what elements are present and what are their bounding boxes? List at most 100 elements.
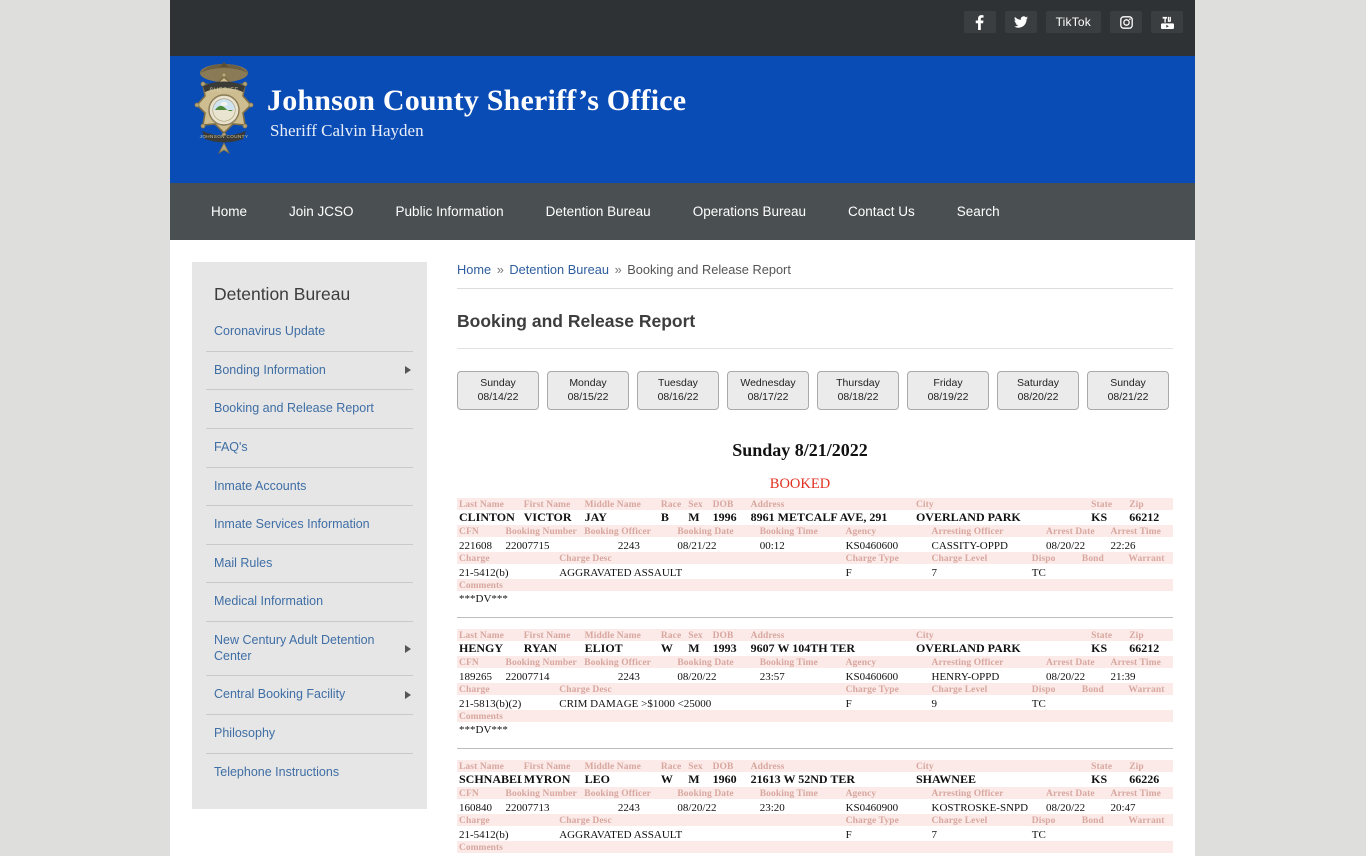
day-tab-day: Sunday bbox=[480, 377, 516, 389]
booking-detail-table: CFN Booking Number Booking Officer Booki… bbox=[457, 787, 1173, 814]
organization-title: Johnson County Sheriff’s Office bbox=[267, 84, 687, 117]
cell-address: 21613 W 52ND TER bbox=[750, 772, 856, 787]
sidebar-item-medical-information[interactable]: Medical Information bbox=[206, 582, 413, 621]
day-tab-date: 08/20/22 bbox=[1017, 391, 1059, 404]
booked-section-heading: BOOKED bbox=[769, 476, 831, 493]
sidebar-item-central-booking-facility[interactable]: Central Booking Facility bbox=[206, 675, 413, 714]
day-tab-monday-0815[interactable]: Monday 08/15/22 bbox=[547, 371, 629, 411]
comments-row: ***DV*** bbox=[457, 591, 1173, 605]
sidebar-menu: Coronavirus Update Bonding Information B… bbox=[192, 321, 427, 791]
nav-item-join-jcso[interactable]: Join JCSO bbox=[268, 204, 375, 219]
day-tab-date: 08/21/22 bbox=[1107, 391, 1149, 404]
table-header-row: CFN Booking Number Booking Officer Booki… bbox=[457, 787, 1173, 800]
day-tab-date: 08/14/22 bbox=[477, 391, 519, 404]
day-tab-day: Thursday bbox=[836, 377, 880, 389]
content-area: Detention Bureau Coronavirus Update Bond… bbox=[170, 240, 1195, 856]
report-date-heading: Sunday 8/21/2022 bbox=[732, 440, 868, 461]
instagram-icon[interactable] bbox=[1110, 11, 1142, 33]
day-tab-tuesday-0816[interactable]: Tuesday 08/16/22 bbox=[637, 371, 719, 411]
sidebar-item-new-century-adult-detention-center[interactable]: New Century Adult Detention Center bbox=[206, 621, 413, 675]
sheriff-name: Sheriff Calvin Hayden bbox=[270, 121, 424, 140]
day-tab-wednesday-0817[interactable]: Wednesday 08/17/22 bbox=[727, 371, 809, 411]
col-race: Race bbox=[658, 760, 687, 773]
col-first-name: First Name bbox=[521, 498, 583, 511]
sidebar-item-label: Philosophy bbox=[214, 725, 276, 740]
sidebar-item-inmate-accounts[interactable]: Inmate Accounts bbox=[206, 466, 413, 506]
col-charge-type: Charge Type bbox=[843, 683, 930, 696]
cell-middle-name: JAY bbox=[584, 510, 607, 525]
nav-item-public-information[interactable]: Public Information bbox=[375, 204, 525, 219]
col-warrant: Warrant bbox=[1126, 552, 1173, 565]
nav-item-detention-bureau[interactable]: Detention Bureau bbox=[525, 204, 672, 219]
cell-charge-type: F bbox=[845, 698, 852, 711]
col-bond: Bond bbox=[1079, 552, 1127, 565]
day-tab-friday-0819[interactable]: Friday 08/19/22 bbox=[907, 371, 989, 411]
nav-item-search[interactable]: Search bbox=[936, 204, 1021, 219]
cell-warrant bbox=[1126, 695, 1173, 710]
cell-charge-level: 7 bbox=[931, 829, 938, 842]
day-tab-day: Monday bbox=[569, 377, 607, 389]
nav-item-operations-bureau[interactable]: Operations Bureau bbox=[672, 204, 827, 219]
cell-charge: 21-5412(b) bbox=[459, 567, 509, 580]
day-tab-sunday-0814[interactable]: Sunday 08/14/22 bbox=[457, 371, 539, 411]
sidebar-item-label: Medical Information bbox=[214, 594, 324, 609]
main-column: Home » Detention Bureau » Booking and Re… bbox=[427, 262, 1195, 856]
col-charge-desc: Charge Desc bbox=[557, 552, 844, 565]
cell-cfn: 160840 bbox=[459, 802, 492, 815]
sidebar-item-inmate-services-information[interactable]: Inmate Services Information bbox=[206, 505, 413, 544]
charge-table: Charge Charge Desc Charge Type Charge Le… bbox=[457, 683, 1173, 736]
sidebar-item-mail-rules[interactable]: Mail Rules bbox=[206, 543, 413, 583]
day-tab-saturday-0820[interactable]: Saturday 08/20/22 bbox=[997, 371, 1079, 411]
sidebar-item-booking-and-release-report[interactable]: Booking and Release Report bbox=[206, 389, 413, 428]
cell-booking-number: 22007715 bbox=[505, 540, 550, 553]
col-booking-number: Booking Number bbox=[503, 525, 583, 538]
sidebar-item-bonding-information[interactable]: Bonding Information bbox=[206, 350, 413, 390]
sidebar-item-philosophy[interactable]: Philosophy bbox=[206, 713, 413, 753]
col-last-name: Last Name bbox=[457, 760, 522, 773]
sidebar-item-label: Mail Rules bbox=[214, 555, 273, 570]
cell-arresting-officer: HENRY-OPPD bbox=[931, 671, 1000, 684]
booking-record-table: Last Name First Name Middle Name Race Se… bbox=[457, 629, 1173, 656]
site-banner: SHERIFF JOHNSON COUNTY Johnson County Sh… bbox=[170, 56, 1195, 183]
breadcrumb-current: Booking and Release Report bbox=[627, 262, 791, 277]
cell-dispo: TC bbox=[1031, 567, 1046, 580]
cell-booking-time: 23:57 bbox=[759, 671, 785, 684]
nav-item-contact-us[interactable]: Contact Us bbox=[827, 204, 936, 219]
sidebar-item-faqs[interactable]: FAQ's bbox=[206, 427, 413, 467]
cell-race: W bbox=[660, 641, 673, 656]
day-tab-sunday-0821[interactable]: Sunday 08/21/22 bbox=[1087, 371, 1169, 411]
facebook-icon[interactable] bbox=[963, 11, 996, 33]
twitter-icon[interactable] bbox=[1004, 11, 1037, 33]
cell-first-name: MYRON bbox=[523, 772, 571, 787]
table-row: 21-5412(b) AGGRAVATED ASSAULT F 7 TC bbox=[457, 564, 1173, 579]
cell-charge: 21-5412(b) bbox=[459, 829, 509, 842]
day-tab-day: Wednesday bbox=[740, 377, 796, 389]
col-charge-desc: Charge Desc bbox=[557, 683, 844, 696]
tiktok-icon[interactable]: TikTok bbox=[1045, 11, 1101, 33]
nav-item-home[interactable]: Home bbox=[190, 204, 268, 219]
youtube-icon[interactable] bbox=[1151, 11, 1183, 33]
col-charge-type: Charge Type bbox=[843, 552, 930, 565]
sidebar-item-label: Inmate Services Information bbox=[214, 517, 370, 532]
table-row: 160840 22007713 2243 08/20/22 23:20 KS04… bbox=[457, 799, 1173, 814]
col-booking-officer: Booking Officer bbox=[582, 656, 676, 669]
day-tab-day: Tuesday bbox=[658, 377, 698, 389]
col-race: Race bbox=[658, 498, 687, 511]
cell-race: B bbox=[660, 510, 669, 525]
cell-address: 9607 W 104TH TER bbox=[750, 641, 856, 656]
cell-booking-number: 22007713 bbox=[505, 802, 550, 815]
sidebar-item-coronavirus-update[interactable]: Coronavirus Update bbox=[206, 321, 413, 351]
table-header-row: CFN Booking Number Booking Officer Booki… bbox=[457, 656, 1173, 669]
table-header-row: Charge Charge Desc Charge Type Charge Le… bbox=[457, 814, 1173, 827]
col-dispo: Dispo bbox=[1029, 683, 1080, 696]
breadcrumb-home[interactable]: Home bbox=[457, 262, 491, 277]
breadcrumb-detention-bureau[interactable]: Detention Bureau bbox=[509, 262, 609, 277]
day-tab-thursday-0818[interactable]: Thursday 08/18/22 bbox=[817, 371, 899, 411]
col-cfn: CFN bbox=[457, 656, 504, 669]
cell-charge-type: F bbox=[845, 829, 852, 842]
sidebar-item-telephone-instructions[interactable]: Telephone Instructions bbox=[206, 752, 413, 792]
comments-header-row: Comments bbox=[457, 841, 1173, 854]
svg-text:SHERIFF: SHERIFF bbox=[209, 88, 238, 94]
col-sex: Sex bbox=[686, 498, 711, 511]
cell-last-name: HENGY bbox=[459, 641, 504, 656]
